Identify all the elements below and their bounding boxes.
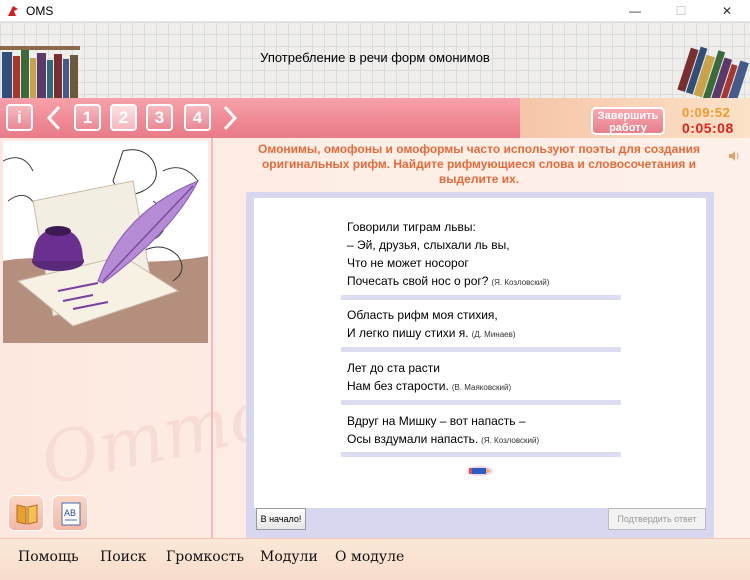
stanza-author: (В. Маяковский) — [451, 383, 512, 392]
lesson-title: Употребление в речи форм омонимов — [260, 50, 490, 65]
timer-elapsed: 0:09:52 — [682, 105, 731, 120]
stanza-line-with-author[interactable]: И легко пишу стихи я. (Д. Минаев) — [347, 324, 516, 344]
window-title: OMS — [26, 4, 54, 18]
stanza-4: Вдруг на Мишку – вот напасть – Осы вздум… — [347, 412, 539, 450]
stanza-2: Область рифм моя стихия, И легко пишу ст… — [347, 306, 516, 344]
page-1-button[interactable]: 1 — [74, 104, 101, 131]
arrow-left-icon[interactable] — [46, 105, 62, 131]
speaker-icon[interactable] — [728, 150, 740, 162]
dictionary-tool-button[interactable]: AB — [52, 495, 88, 531]
page-2-button[interactable]: 2 — [110, 104, 137, 131]
app-header: Употребление в речи форм омонимов — [0, 22, 750, 98]
timer-remaining: 0:05:08 — [682, 120, 734, 136]
watermark-decoration: Ommo — [34, 372, 279, 502]
stanza-3: Лет до ста расти Нам без старости. (В. Ма… — [347, 359, 511, 397]
stanza-separator — [341, 347, 621, 352]
window-titlebar: OMS — ☐ ✕ — [0, 0, 750, 22]
finish-label-line2: работу — [609, 122, 647, 134]
finish-label-line1: Завершить — [597, 110, 659, 122]
info-page-button[interactable]: i — [6, 104, 33, 131]
illustration-panel — [3, 141, 208, 343]
stanza-author: (Д. Минаев) — [471, 330, 516, 339]
svg-text:AB: AB — [64, 508, 76, 518]
stanza-1: Говорили тиграм львы: – Эй, друзья, слых… — [347, 218, 549, 292]
stanza-line[interactable]: Нам без старости. — [347, 379, 449, 393]
start-over-button[interactable]: В начало! — [256, 508, 306, 530]
stanza-line[interactable]: Область рифм моя стихия, — [347, 306, 516, 324]
arrow-right-icon[interactable] — [222, 105, 238, 131]
finish-work-button[interactable]: Завершить работу — [591, 107, 665, 135]
stanza-line-with-author[interactable]: Нам без старости. (В. Маяковский) — [347, 377, 511, 397]
stanza-author: (Я. Козловский) — [491, 278, 550, 287]
book-icon — [16, 504, 38, 525]
maximize-button[interactable]: ☐ — [658, 0, 704, 22]
app-logo-icon — [8, 6, 18, 16]
close-button[interactable]: ✕ — [704, 0, 750, 22]
stanza-separator — [341, 452, 621, 457]
stanza-line[interactable]: Говорили тиграм львы: — [347, 218, 549, 236]
menu-about[interactable]: О модуле — [335, 549, 404, 565]
menu-volume[interactable]: Громкость — [166, 549, 244, 565]
stanza-separator — [341, 400, 621, 405]
task-instruction: Омонимы, омофоны и омоформы часто исполь… — [258, 142, 700, 186]
dictionary-icon: AB — [61, 502, 81, 526]
stanza-separator — [341, 295, 621, 300]
minimize-button[interactable]: — — [612, 0, 658, 22]
stanza-line[interactable]: И легко пишу стихи я. — [347, 326, 469, 340]
stanza-line[interactable]: Лет до ста расти — [347, 359, 511, 377]
stanza-line[interactable]: Осы вздумали напасть. — [347, 432, 478, 446]
menu-search[interactable]: Поиск — [100, 549, 147, 565]
confirm-answer-button[interactable]: Подтвердить ответ — [608, 508, 706, 530]
stanza-line[interactable]: Почесать свой нос о рог? — [347, 274, 488, 288]
page-3-button[interactable]: 3 — [146, 104, 173, 131]
book-tool-button[interactable] — [8, 495, 44, 531]
inkwell-quill-illustration-icon — [3, 141, 208, 343]
stanza-line-with-author[interactable]: Осы вздумали напасть. (Я. Козловский) — [347, 430, 539, 450]
stanza-line[interactable]: Вдруг на Мишку – вот напасть – — [347, 412, 539, 430]
stanza-author: (Я. Козловский) — [481, 436, 540, 445]
page-4-button[interactable]: 4 — [184, 104, 211, 131]
books-left-icon — [0, 46, 80, 98]
menu-help[interactable]: Помощь — [18, 549, 79, 565]
vertical-divider — [211, 138, 213, 538]
stanza-line[interactable]: – Эй, друзья, слыхали ль вы, — [347, 236, 549, 254]
menu-modules[interactable]: Модули — [260, 549, 318, 565]
books-right-icon — [677, 46, 749, 98]
stanza-line-with-author[interactable]: Почесать свой нос о рог? (Я. Козловский) — [347, 272, 549, 292]
stanza-line[interactable]: Что не может носорог — [347, 254, 549, 272]
pencil-tool-icon[interactable] — [466, 465, 494, 477]
